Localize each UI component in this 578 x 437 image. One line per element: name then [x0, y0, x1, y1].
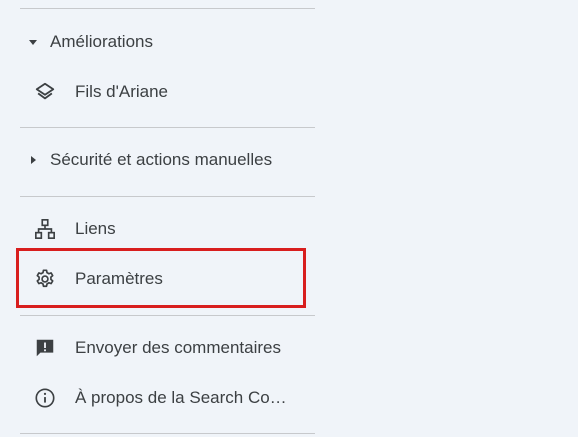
- sidebar-item-label: Envoyer des commentaires: [75, 338, 281, 357]
- info-icon: [33, 386, 57, 410]
- sidebar-item-label: À propos de la Search Console: [75, 388, 289, 407]
- sidebar-item-label: Liens: [75, 219, 116, 238]
- caret-right-icon: [26, 153, 40, 167]
- section-label: Améliorations: [50, 32, 153, 51]
- sidebar-item-parametres[interactable]: Paramètres: [20, 259, 315, 299]
- sidebar-item-feedback[interactable]: Envoyer des commentaires: [20, 328, 315, 368]
- divider: [20, 8, 315, 9]
- section-header-securite[interactable]: Sécurité et actions manuelles: [20, 142, 315, 178]
- caret-down-icon: [26, 35, 40, 49]
- sidebar-item-fils-ariane[interactable]: Fils d'Ariane: [20, 72, 315, 112]
- divider: [20, 196, 315, 197]
- feedback-icon: [33, 336, 57, 360]
- layers-icon: [33, 80, 57, 104]
- divider: [20, 127, 315, 128]
- section-label: Sécurité et actions manuelles: [50, 150, 273, 169]
- sidebar-item-about[interactable]: À propos de la Search Console: [20, 378, 315, 418]
- gear-icon: [33, 267, 57, 291]
- divider: [20, 433, 315, 434]
- divider: [20, 315, 315, 316]
- sidebar-item-label: Paramètres: [75, 269, 163, 288]
- sidebar-item-liens[interactable]: Liens: [20, 209, 315, 249]
- sitemap-icon: [33, 217, 57, 241]
- sidebar-nav: Améliorations Fils d'Ariane Sécurité et …: [0, 0, 578, 437]
- sidebar-item-label: Fils d'Ariane: [75, 82, 169, 101]
- section-header-ameliorations[interactable]: Améliorations: [20, 24, 315, 60]
